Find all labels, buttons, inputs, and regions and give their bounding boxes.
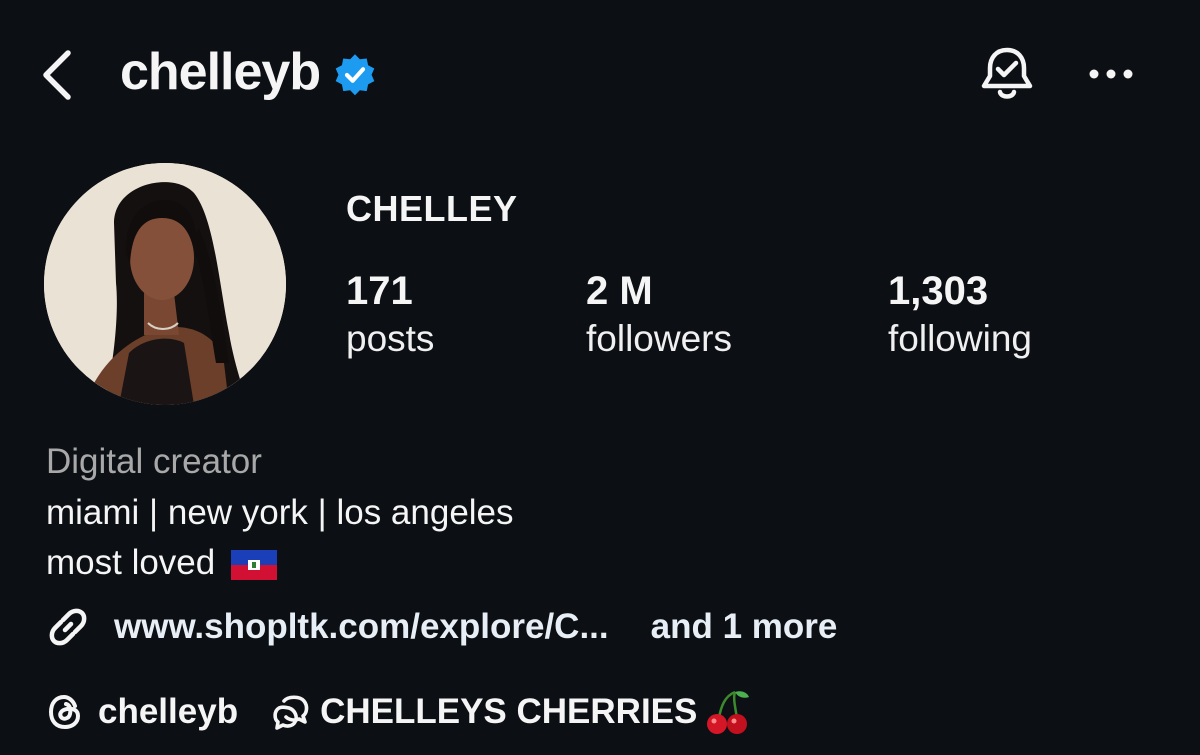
display-name: CHELLEY xyxy=(346,188,518,229)
more-dots-icon xyxy=(1089,69,1133,79)
notifications-button[interactable] xyxy=(974,42,1040,108)
posts-label: posts xyxy=(346,318,435,359)
followers-count: 2 M xyxy=(586,269,653,313)
channel-name: CHELLEYS CHERRIES xyxy=(320,692,698,731)
posts-count: 171 xyxy=(346,269,413,313)
following-label: following xyxy=(888,318,1032,359)
profile-avatar[interactable] xyxy=(44,163,286,405)
following-count: 1,303 xyxy=(888,269,989,313)
bio-line: miami | new york | los angeles xyxy=(46,493,514,532)
verified-badge-icon xyxy=(335,54,375,96)
avatar-image xyxy=(44,163,286,405)
link-url[interactable]: www.shopltk.com/explore/C... xyxy=(114,607,609,647)
profile-page: chelleyb CHELLEY 171 posts 2 M followers… xyxy=(0,0,1200,755)
back-button[interactable] xyxy=(30,45,82,105)
followers-stat[interactable]: 2 M followers xyxy=(586,268,732,364)
threads-handle: chelleyb xyxy=(98,692,239,731)
profile-chips: chelleyb CHELLEYS CHERRIES xyxy=(44,688,751,736)
followers-label: followers xyxy=(586,318,732,359)
notification-bell-check-icon xyxy=(981,47,1033,99)
header-username: chelleyb xyxy=(120,42,378,102)
link-icon xyxy=(49,608,87,646)
following-stat[interactable]: 1,303 following xyxy=(888,268,1032,364)
broadcast-channel-chip[interactable]: CHELLEYS CHERRIES xyxy=(270,688,751,736)
threads-icon xyxy=(48,694,81,730)
more-links[interactable]: and 1 more xyxy=(651,607,838,647)
chevron-left-icon xyxy=(43,50,71,100)
profile-link[interactable]: www.shopltk.com/explore/C... and 1 more xyxy=(44,603,837,651)
cherries-icon xyxy=(707,690,750,734)
profile-category: Digital creator xyxy=(46,442,262,481)
bio-line-text: most loved xyxy=(46,543,216,582)
more-options-button[interactable] xyxy=(1082,50,1140,98)
username: chelleyb xyxy=(120,43,321,101)
haiti-flag-icon xyxy=(231,550,278,580)
threads-chip[interactable]: chelleyb xyxy=(44,691,238,733)
broadcast-channel-icon xyxy=(273,695,309,730)
bio-line: most loved xyxy=(46,543,278,583)
posts-stat[interactable]: 171 posts xyxy=(346,268,434,364)
